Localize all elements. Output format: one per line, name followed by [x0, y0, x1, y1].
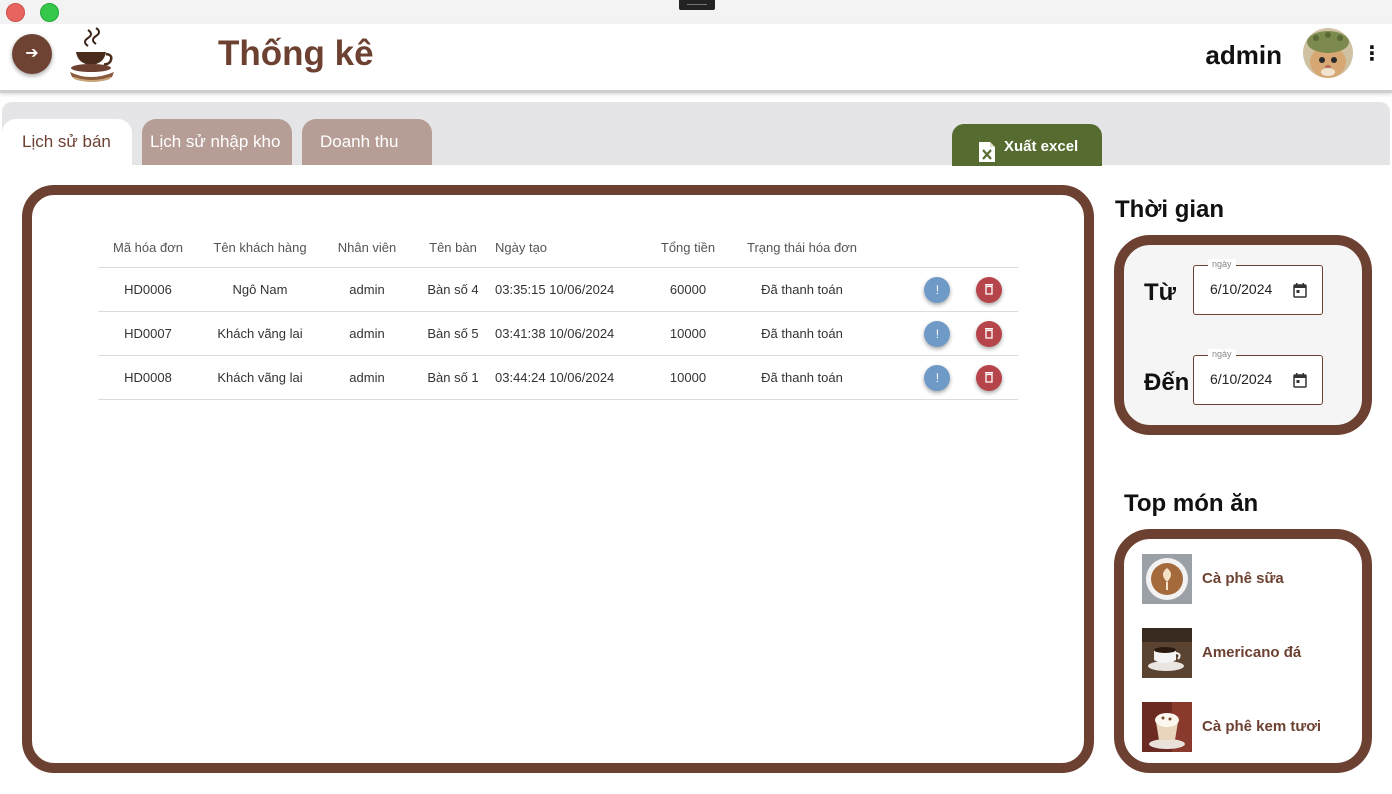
cell-staff: admin	[322, 311, 412, 356]
more-vertical-icon[interactable]: ⋮	[1362, 44, 1382, 64]
to-date-input[interactable]: ngày 6/10/2024	[1193, 349, 1323, 405]
info-icon[interactable]: !	[924, 276, 951, 303]
tab-import-history[interactable]: Lịch sử nhập kho	[142, 119, 292, 165]
avatar[interactable]	[1303, 28, 1353, 78]
info-icon[interactable]: !	[924, 364, 951, 391]
invoice-table: Mã hóa đơn Tên khách hàng Nhân viên Tên …	[98, 227, 1018, 400]
from-date-caption: ngày	[1208, 259, 1236, 269]
column-header: Trạng thái hóa đơn	[734, 227, 870, 268]
to-date-caption: ngày	[1208, 349, 1236, 359]
cell-customer: Khách vãng lai	[198, 355, 322, 400]
arrow-right-icon: ➔	[25, 45, 39, 62]
window-titlebar	[0, 0, 1392, 24]
user-name: admin	[1205, 40, 1282, 70]
maximize-window-button[interactable]	[40, 3, 59, 22]
cell-actions: !	[870, 267, 1018, 312]
cell-created: 03:44:24 10/06/2024	[494, 355, 642, 400]
from-date-input[interactable]: ngày 6/10/2024	[1193, 259, 1323, 315]
table-header-row: Mã hóa đơn Tên khách hàng Nhân viên Tên …	[98, 227, 1018, 268]
food-image	[1142, 702, 1192, 752]
cell-table: Bàn số 5	[412, 311, 494, 356]
table-row[interactable]: HD0008 Khách vãng lai admin Bàn số 1 03:…	[98, 355, 1018, 400]
table-row[interactable]: HD0006 Ngô Nam admin Bàn số 4 03:35:15 1…	[98, 267, 1018, 312]
cell-invoice-id: HD0008	[98, 355, 198, 400]
column-header: Ngày tạo	[494, 227, 642, 268]
list-item[interactable]: Cà phê kem tươi	[1142, 702, 1362, 754]
cell-staff: admin	[322, 355, 412, 400]
food-name: Americano đá	[1202, 644, 1302, 661]
calendar-icon[interactable]	[1293, 282, 1307, 298]
food-image	[1142, 554, 1192, 604]
column-header: Mã hóa đơn	[98, 227, 198, 268]
time-filter-panel: Từ ngày 6/10/2024 Đến ngày 6/10/2024	[1114, 235, 1372, 435]
calendar-icon[interactable]	[1293, 372, 1307, 388]
trash-icon[interactable]	[976, 320, 1002, 347]
to-date-value: 6/10/2024	[1210, 371, 1273, 387]
invoice-table-panel: Mã hóa đơn Tên khách hàng Nhân viên Tên …	[22, 185, 1094, 773]
app-header: ➔ Thống kê admin ⋮	[0, 24, 1392, 93]
cell-status: Đã thanh toán	[734, 267, 870, 312]
trash-icon[interactable]	[976, 276, 1002, 303]
column-header: Nhân viên	[322, 227, 412, 268]
cell-status: Đã thanh toán	[734, 311, 870, 356]
from-date-value: 6/10/2024	[1210, 281, 1273, 297]
column-header: Tên bàn	[412, 227, 494, 268]
cell-table: Bàn số 4	[412, 267, 494, 312]
cell-total: 60000	[642, 267, 734, 312]
cell-total: 10000	[642, 355, 734, 400]
column-header: Tên khách hàng	[198, 227, 322, 268]
cell-actions: !	[870, 311, 1018, 356]
table-row[interactable]: HD0007 Khách vãng lai admin Bàn số 5 03:…	[98, 311, 1018, 356]
cell-invoice-id: HD0007	[98, 311, 198, 356]
trash-icon[interactable]	[976, 364, 1002, 391]
page-title: Thống kê	[218, 34, 374, 73]
cell-created: 03:41:38 10/06/2024	[494, 311, 642, 356]
cell-actions: !	[870, 355, 1018, 400]
list-item[interactable]: Americano đá	[1142, 628, 1362, 680]
to-label: Đến	[1144, 369, 1190, 396]
cell-status: Đã thanh toán	[734, 355, 870, 400]
drag-handle[interactable]	[679, 0, 715, 10]
list-item[interactable]: Cà phê sữa	[1142, 554, 1362, 606]
export-excel-button[interactable]: Xuất excel	[952, 124, 1102, 166]
tab-sales-history[interactable]: Lịch sử bán	[2, 119, 132, 165]
food-image	[1142, 628, 1192, 678]
export-excel-label: Xuất excel	[1004, 138, 1079, 155]
cell-created: 03:35:15 10/06/2024	[494, 267, 642, 312]
food-name: Cà phê kem tươi	[1202, 718, 1322, 735]
cell-staff: admin	[322, 267, 412, 312]
top-items-panel: Cà phê sữa Americano đá Cà phê kem tươi	[1114, 529, 1372, 773]
cell-customer: Khách vãng lai	[198, 311, 322, 356]
from-label: Từ	[1144, 279, 1177, 306]
menu-toggle-button[interactable]: ➔	[12, 34, 52, 74]
column-header: Tổng tiền	[642, 227, 734, 268]
food-name: Cà phê sữa	[1202, 570, 1284, 587]
cell-invoice-id: HD0006	[98, 267, 198, 312]
close-window-button[interactable]	[6, 3, 25, 22]
tab-revenue[interactable]: Doanh thu	[302, 119, 432, 165]
coffee-logo	[66, 26, 118, 84]
time-filter-title: Thời gian	[1115, 196, 1225, 223]
excel-file-icon	[978, 136, 996, 162]
column-header-actions	[870, 227, 1018, 268]
cell-customer: Ngô Nam	[198, 267, 322, 312]
cell-table: Bàn số 1	[412, 355, 494, 400]
top-items-title: Top món ăn	[1124, 490, 1259, 517]
info-icon[interactable]: !	[924, 320, 951, 347]
cell-total: 10000	[642, 311, 734, 356]
